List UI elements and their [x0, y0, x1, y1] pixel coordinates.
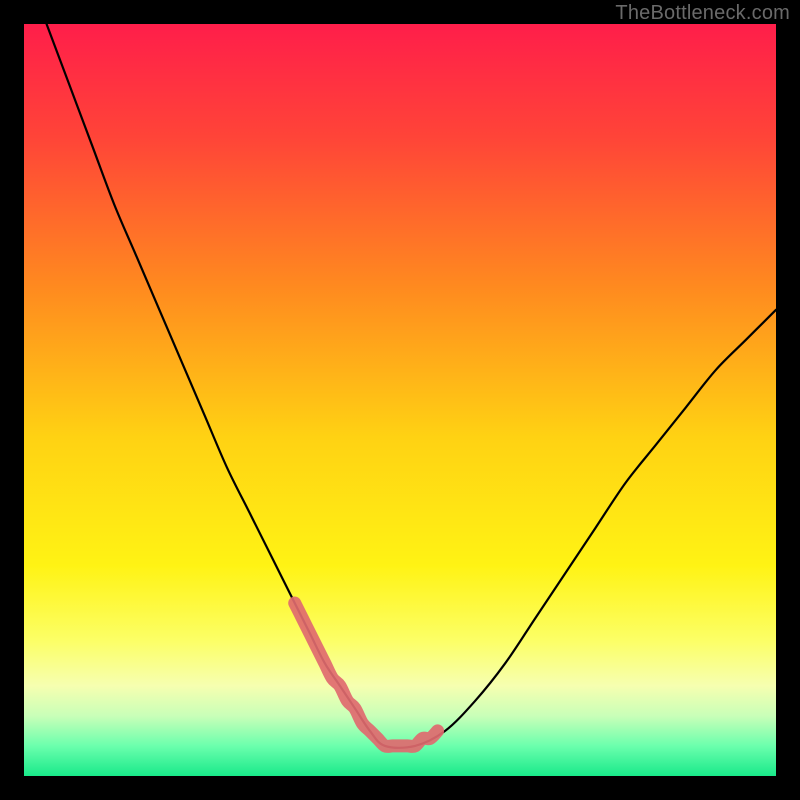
- plot-area: [24, 24, 776, 776]
- plot-svg: [24, 24, 776, 776]
- watermark-text: TheBottleneck.com: [615, 2, 790, 25]
- chart-frame: TheBottleneck.com: [0, 0, 800, 800]
- gradient-background: [24, 24, 776, 776]
